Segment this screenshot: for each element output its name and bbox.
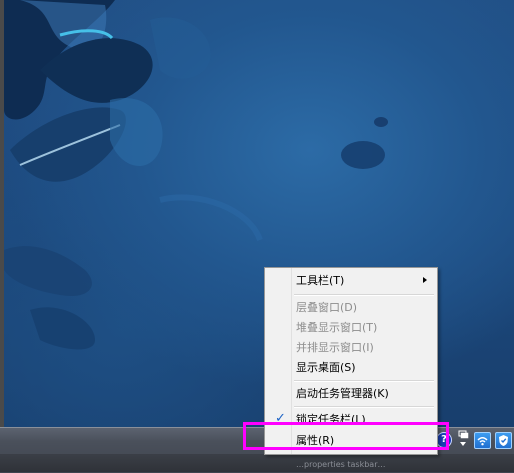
network-up-down-icon[interactable] (456, 430, 470, 448)
menu-item-toolbars[interactable]: 工具栏(T) (267, 271, 435, 290)
security-shield-icon[interactable] (495, 432, 512, 449)
menu-item-stack-windows[interactable]: 堆叠显示窗口(T) (267, 318, 435, 337)
menu-item-label: 层叠窗口(D) (296, 301, 358, 314)
menu-item-task-manager[interactable]: 启动任务管理器(K) (267, 384, 435, 403)
annotation-highlight-box (243, 422, 449, 450)
menu-item-show-desktop[interactable]: 显示桌面(S) (267, 358, 435, 377)
menu-item-label: 工具栏(T) (296, 274, 345, 287)
wifi-icon[interactable] (474, 432, 491, 449)
menu-separator (294, 380, 434, 382)
menu-separator (294, 406, 434, 408)
menu-item-label: 并排显示窗口(I) (296, 341, 374, 354)
menu-item-side-by-side[interactable]: 并排显示窗口(I) (267, 338, 435, 357)
menu-item-cascade-windows[interactable]: 层叠窗口(D) (267, 298, 435, 317)
menu-separator (294, 294, 434, 296)
taskbar-faint-text: …properties taskbar… (296, 460, 386, 469)
taskbar-lower-band (0, 454, 514, 472)
submenu-arrow-icon (423, 277, 427, 283)
menu-item-label: 启动任务管理器(K) (296, 387, 389, 400)
menu-item-label: 显示桌面(S) (296, 361, 356, 374)
menu-item-label: 堆叠显示窗口(T) (296, 321, 378, 334)
